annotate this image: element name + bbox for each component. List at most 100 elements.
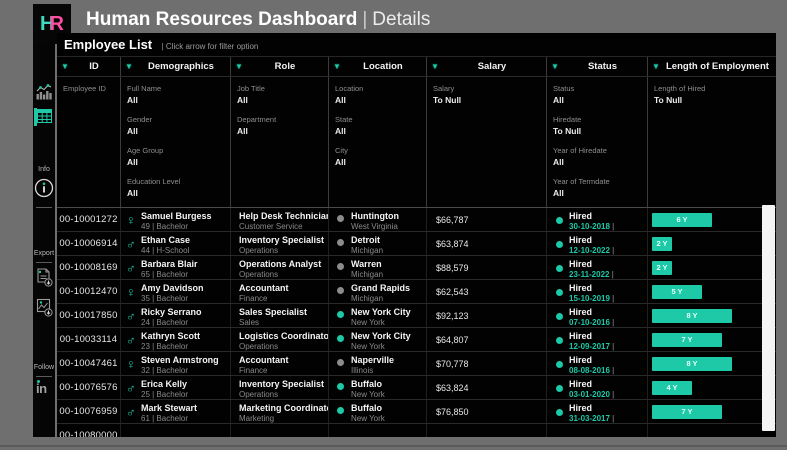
employee-id-cell: 00-10012470 [57, 280, 121, 303]
column-header-status[interactable]: ▼Status [547, 57, 648, 76]
status-dot-icon [556, 385, 563, 392]
column-header-length-of-employment[interactable]: ▼Length of Employment [648, 57, 776, 76]
status-cell: Hired 31-03-2017 | [547, 400, 648, 423]
status-cell: Hired 12-10-2022 | [547, 232, 648, 255]
table-row[interactable]: 00-10001272 ♀ Samuel Burgess 49 | Bachel… [57, 208, 776, 232]
filter-field-hiredate[interactable]: HiredateTo Null [553, 115, 642, 136]
filter-arrow-icon[interactable]: ▼ [551, 62, 559, 71]
length-cell [648, 424, 776, 437]
filter-value[interactable]: All [127, 157, 225, 167]
filter-value[interactable]: All [335, 126, 421, 136]
filter-value[interactable]: To Null [553, 126, 642, 136]
table-row[interactable]: 00-10017850 ♂ Ricky Serrano 24 | Bachelo… [57, 304, 776, 328]
status-label: Hired [569, 379, 645, 389]
export-pdf-icon[interactable] [36, 268, 53, 287]
filter-value[interactable]: All [553, 188, 642, 198]
column-label: Salary [442, 61, 542, 72]
filter-field-employee-id[interactable]: Employee ID [63, 84, 115, 93]
filter-value[interactable]: All [127, 188, 225, 198]
column-label: Demographics [136, 61, 226, 72]
job-title: Inventory Specialist [239, 379, 326, 389]
column-header-role[interactable]: ▼Role [231, 57, 329, 76]
demographics-cell: ♂ Ethan Case 44 | H-School [121, 232, 231, 255]
column-header-id[interactable]: ▼ID [57, 57, 121, 76]
hire-date: 15-10-2019 [569, 294, 610, 303]
filter-field-city[interactable]: CityAll [335, 146, 421, 167]
employee-name: Steven Armstrong [141, 355, 228, 365]
length-bar: 2 Y [652, 261, 672, 275]
hire-date: 12-09-2017 [569, 342, 610, 351]
role-cell: Inventory Specialist Operations [231, 376, 329, 399]
hire-date: 08-08-2016 [569, 366, 610, 375]
filter-value[interactable]: All [237, 126, 323, 136]
filter-arrow-icon[interactable]: ▼ [652, 62, 660, 71]
filter-arrow-icon[interactable]: ▼ [431, 62, 439, 71]
status-cell: Hired 23-11-2022 | [547, 256, 648, 279]
filter-arrow-icon[interactable]: ▼ [61, 62, 69, 71]
filter-value[interactable]: All [127, 126, 225, 136]
column-header-location[interactable]: ▼Location [329, 57, 427, 76]
filter-value[interactable]: All [553, 157, 642, 167]
filter-cell-status: StatusAll HiredateTo Null Year of Hiredate… [547, 77, 648, 207]
filter-arrow-icon[interactable]: ▼ [235, 62, 243, 71]
filter-value[interactable]: To Null [654, 95, 771, 105]
state: New York [351, 342, 424, 351]
filter-arrow-icon[interactable]: ▼ [333, 62, 341, 71]
status-label: Hired [569, 355, 645, 365]
filter-value[interactable]: All [335, 157, 421, 167]
title-separator: | [357, 9, 372, 30]
employee-id-cell: 00-10033114 [57, 328, 121, 351]
column-header-demographics[interactable]: ▼Demographics [121, 57, 231, 76]
table-row[interactable]: 00-10076959 ♂ Mark Stewart 61 | Bachelor… [57, 400, 776, 424]
hire-date: 23-11-2022 [569, 270, 609, 279]
status-pipe: | [610, 294, 614, 303]
linkedin-icon[interactable]: in [36, 380, 47, 398]
filter-field-state[interactable]: StateAll [335, 115, 421, 136]
filter-field-department[interactable]: DepartmentAll [237, 115, 323, 136]
filter-arrow-icon[interactable]: ▼ [125, 62, 133, 71]
demographics-cell: ♀ Amy Davidson 35 | Bachelor [121, 280, 231, 303]
bar-chart-icon[interactable] [36, 84, 52, 100]
role-cell: Accountant Finance [231, 352, 329, 375]
hire-date: 12-10-2022 [569, 246, 610, 255]
filter-field-salary[interactable]: SalaryTo Null [433, 84, 541, 105]
vertical-scrollbar[interactable] [762, 205, 775, 431]
filter-field-job-title[interactable]: Job TitleAll [237, 84, 323, 105]
table-row[interactable]: 00-10006914 ♂ Ethan Case 44 | H-School I… [57, 232, 776, 256]
location-dot-icon [337, 263, 344, 270]
table-icon[interactable] [37, 109, 52, 123]
panel-title: Employee List [64, 37, 152, 52]
filter-field-age-group[interactable]: Age GroupAll [127, 146, 225, 167]
table-row[interactable]: 00-10033114 ♂ Kathryn Scott 23 | Bachelo… [57, 328, 776, 352]
job-title: Marketing Coordinator [239, 403, 326, 413]
filter-field-status[interactable]: StatusAll [553, 84, 642, 105]
demographics-cell: ♂ Barbara Blair 65 | Bachelor [121, 256, 231, 279]
status-pipe: | [609, 270, 613, 279]
export-image-icon[interactable] [36, 298, 53, 317]
filter-value[interactable]: All [335, 95, 421, 105]
filter-field-education-level[interactable]: Education LevelAll [127, 177, 225, 198]
status-cell [547, 424, 648, 437]
table-row[interactable]: 00-10080000 [57, 424, 776, 437]
table-row[interactable]: 00-10047461 ♀ Steven Armstrong 32 | Bach… [57, 352, 776, 376]
filter-value[interactable]: All [237, 95, 323, 105]
filter-field-year-of-termdate[interactable]: Year of TermdateAll [553, 177, 642, 198]
info-icon[interactable] [34, 178, 54, 198]
filter-value[interactable]: To Null [433, 95, 541, 105]
employee-name: Ethan Case [141, 235, 228, 245]
table-row[interactable]: 00-10076576 ♂ Erica Kelly 25 | Bachelor … [57, 376, 776, 400]
gender-icon: ♂ [126, 309, 136, 322]
status-cell: Hired 12-09-2017 | [547, 328, 648, 351]
hire-date: 30-10-2018 [569, 222, 610, 231]
table-row[interactable]: 00-10008169 ♂ Barbara Blair 65 | Bachelo… [57, 256, 776, 280]
filter-field-location[interactable]: LocationAll [335, 84, 421, 105]
panel-hint: | Click arrow for filter option [162, 42, 259, 51]
filter-value[interactable]: All [127, 95, 225, 105]
filter-field-full-name[interactable]: Full NameAll [127, 84, 225, 105]
filter-field-year-of-hiredate[interactable]: Year of HiredateAll [553, 146, 642, 167]
filter-value[interactable]: All [553, 95, 642, 105]
column-header-salary[interactable]: ▼Salary [427, 57, 547, 76]
filter-field-gender[interactable]: GenderAll [127, 115, 225, 136]
filter-field-length-of-hired[interactable]: Length of HiredTo Null [654, 84, 771, 105]
table-row[interactable]: 00-10012470 ♀ Amy Davidson 35 | Bachelor… [57, 280, 776, 304]
